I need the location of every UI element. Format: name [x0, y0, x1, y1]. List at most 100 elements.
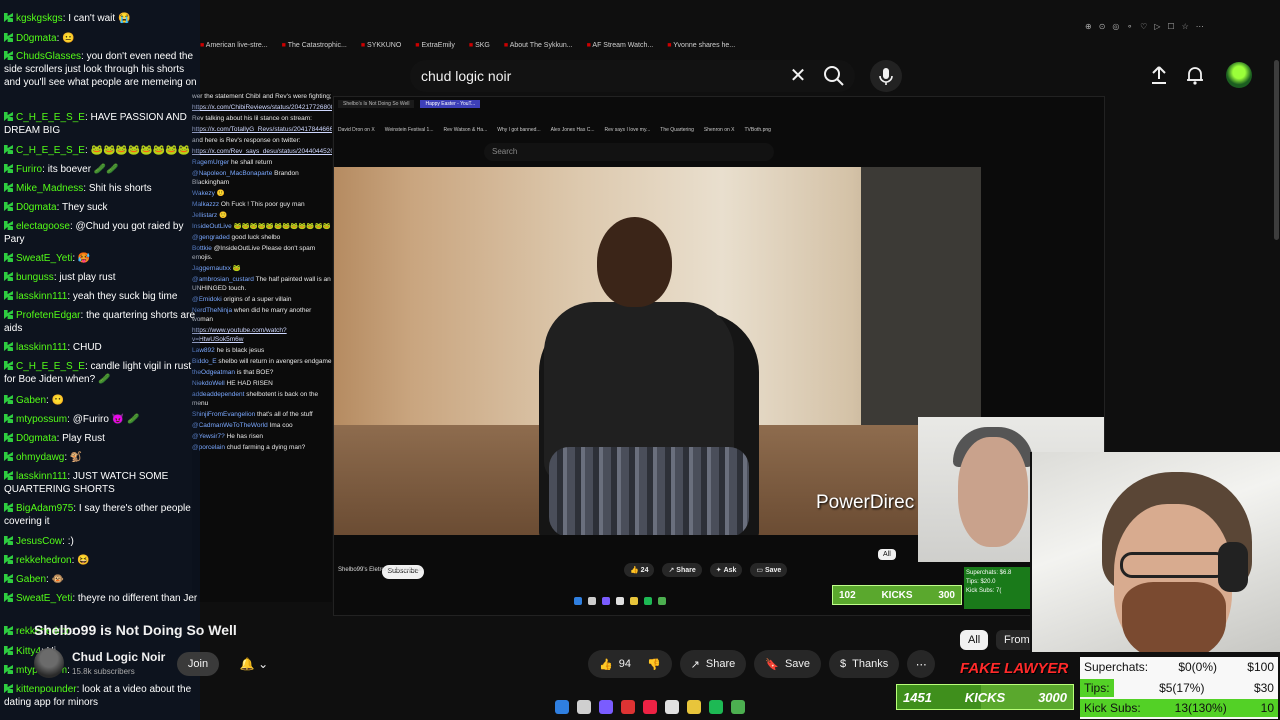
inner-save-button[interactable]: ▭ Save — [750, 563, 788, 577]
dislike-icon[interactable]: 👎 — [647, 658, 661, 671]
notifications-button[interactable] — [1184, 64, 1206, 86]
page-scrollbar[interactable] — [1274, 60, 1279, 240]
chat-username[interactable]: lasskinn111 — [16, 291, 73, 302]
xbox-icon[interactable] — [731, 700, 745, 714]
chat-username[interactable]: mtypossum — [16, 414, 73, 425]
chat-username[interactable]: bunguss — [16, 272, 59, 283]
chat-username[interactable]: Furiro — [16, 164, 48, 175]
join-button[interactable]: Join — [177, 652, 219, 676]
chat-username[interactable]: D0gmata — [16, 202, 62, 213]
thanks-button[interactable]: $ Thanks — [829, 650, 900, 678]
chat-username[interactable]: Gaben — [16, 395, 52, 406]
spotify-icon[interactable] — [709, 700, 723, 714]
create-button[interactable] — [1148, 64, 1170, 86]
chat-username[interactable]: C_H_E_E_S_E — [16, 361, 91, 372]
chat-username[interactable]: rekkehedron — [16, 555, 77, 566]
account-avatar[interactable] — [1226, 62, 1252, 88]
app-icon[interactable] — [665, 700, 679, 714]
obs-icon[interactable] — [621, 700, 635, 714]
bookmark-item[interactable]: ExtraEmily — [415, 42, 454, 49]
inner-bookmark-item[interactable]: David Dron on X — [338, 127, 375, 133]
extension-icon[interactable]: ◎ — [1112, 22, 1119, 36]
search-button[interactable] — [820, 62, 848, 90]
chat-username[interactable]: kgskgskgs — [16, 13, 68, 24]
chat-username[interactable]: lasskinn111 — [16, 471, 73, 482]
extension-icon[interactable]: ⊙ — [1099, 22, 1106, 36]
live-chat-username[interactable]: @ambrosian_custard — [192, 276, 254, 283]
bookmark-item[interactable]: AF Stream Watch... — [587, 42, 653, 49]
inner-bookmark-item[interactable]: Why I got banned... — [497, 127, 540, 133]
chat-message: JesusCow:) — [4, 535, 198, 548]
live-chat-username[interactable]: @CadmanWeToTheWorld — [192, 422, 268, 429]
chip-all[interactable]: All — [960, 630, 989, 650]
discord-icon[interactable] — [599, 700, 613, 714]
inner-like-button[interactable]: 👍 24 — [624, 563, 655, 577]
folder-icon[interactable] — [687, 700, 701, 714]
chat-username[interactable]: SweatE_Yeti — [16, 253, 78, 264]
voice-search-button[interactable] — [870, 60, 902, 92]
chat-username[interactable]: Mike_Madness — [16, 183, 89, 194]
extension-icon[interactable]: ⚬ — [1126, 22, 1133, 36]
channel-avatar[interactable] — [34, 648, 64, 678]
chat-username[interactable]: Gaben — [16, 574, 52, 585]
extension-icon[interactable]: ⊕ — [1085, 22, 1092, 36]
chat-username[interactable]: kittenpounder — [16, 684, 82, 695]
live-chat-link[interactable]: https://x.com/ChibiReviews/status/204217… — [192, 104, 332, 111]
live-chat-link[interactable]: https://www.youtube.com/watch?v=HtwUSok5… — [192, 327, 287, 343]
bookmark-item[interactable]: Yvonne shares he... — [667, 42, 735, 49]
bookmark-item[interactable]: SKG — [469, 42, 490, 49]
chat-username[interactable]: SweatE_Yeti — [16, 593, 78, 604]
channel-name[interactable]: Chud Logic Noir — [72, 650, 165, 664]
inner-search-input[interactable]: Search — [484, 143, 774, 161]
windows-icon[interactable] — [555, 700, 569, 714]
inner-ask-button[interactable]: ✦ Ask — [709, 563, 743, 577]
chat-username[interactable]: BigAdam975 — [16, 503, 79, 514]
chat-username[interactable]: C_H_E_E_S_E — [16, 112, 91, 123]
live-chat-link[interactable]: https://x.com/TotallyG_Revs/status/20417… — [192, 126, 332, 133]
inner-bookmark-item[interactable]: Rev Watson & Ha... — [444, 127, 488, 133]
inner-chip-all[interactable]: All — [878, 549, 896, 560]
subscription-bell-button[interactable]: 🔔 ⌄ — [226, 652, 282, 676]
chat-username[interactable]: ProfetenEdgar — [16, 310, 86, 321]
chat-username[interactable]: ohmydawg — [16, 452, 70, 463]
extension-icon[interactable]: ☆ — [1182, 22, 1189, 36]
chat-message: Gaben😶 — [4, 394, 198, 407]
chat-username[interactable]: JesusCow — [16, 536, 68, 547]
chat-username[interactable]: electagoose — [16, 221, 76, 232]
live-chat-username[interactable]: @Napoleon_MacBonaparte — [192, 170, 272, 177]
live-chat-link[interactable]: https://x.com/Rev_says_desu/status/20440… — [192, 148, 332, 155]
chat-username[interactable]: ChudsGlasses — [16, 51, 87, 62]
video-player[interactable]: PowerDirec — [334, 167, 981, 535]
share-button[interactable]: ↗ Share — [679, 650, 747, 678]
extension-icon[interactable]: ⋯ — [1196, 22, 1204, 36]
inner-bookmark-item[interactable]: TVBoth.png — [745, 127, 771, 133]
inner-bookmark-item[interactable]: Alex Jones Has C... — [551, 127, 595, 133]
chat-username[interactable]: D0gmata — [16, 33, 62, 44]
stat-value: $5(17%) — [1159, 680, 1205, 695]
inner-bookmark-item[interactable]: Weinstein Festival 1... — [385, 127, 434, 133]
inner-bookmark-item[interactable]: Rev says I love my... — [605, 127, 651, 133]
bookmark-item[interactable]: The Catastrophic... — [282, 42, 347, 49]
inner-bookmark-item[interactable]: Shenron on X — [704, 127, 735, 133]
inner-bookmark-item[interactable]: The Quartering — [660, 127, 694, 133]
more-actions-button[interactable]: ⋯ — [907, 650, 936, 678]
search-icon[interactable] — [577, 700, 591, 714]
save-button[interactable]: 🔖 Save — [754, 650, 822, 678]
chat-username[interactable]: lasskinn111 — [16, 342, 73, 353]
bookmark-item[interactable]: About The Sykkun... — [504, 42, 573, 49]
like-button[interactable]: 👍 94 👎 — [588, 650, 672, 678]
inner-tab[interactable]: Happy Easter - YouT... — [420, 100, 481, 108]
live-chat-username[interactable]: ShinjiFromEvangelion — [192, 411, 255, 418]
extension-icon[interactable]: ♡ — [1140, 22, 1147, 36]
extension-icon[interactable]: ▷ — [1154, 22, 1160, 36]
extension-icon[interactable]: ☐ — [1167, 22, 1174, 36]
chrome-icon[interactable] — [643, 700, 657, 714]
bookmark-item[interactable]: American live-stre... — [200, 42, 268, 49]
chat-username[interactable]: D0gmata — [16, 433, 62, 444]
clear-search-icon[interactable]: ✕ — [786, 64, 810, 88]
inner-taskbar-icon — [574, 597, 582, 605]
inner-tab[interactable]: Shelbo's Is Not Doing So Well — [338, 100, 415, 108]
bookmark-item[interactable]: SYKKUNO — [361, 42, 401, 49]
chat-username[interactable]: C_H_E_E_S_E — [16, 145, 91, 156]
inner-share-button[interactable]: ↗ Share — [662, 563, 702, 577]
